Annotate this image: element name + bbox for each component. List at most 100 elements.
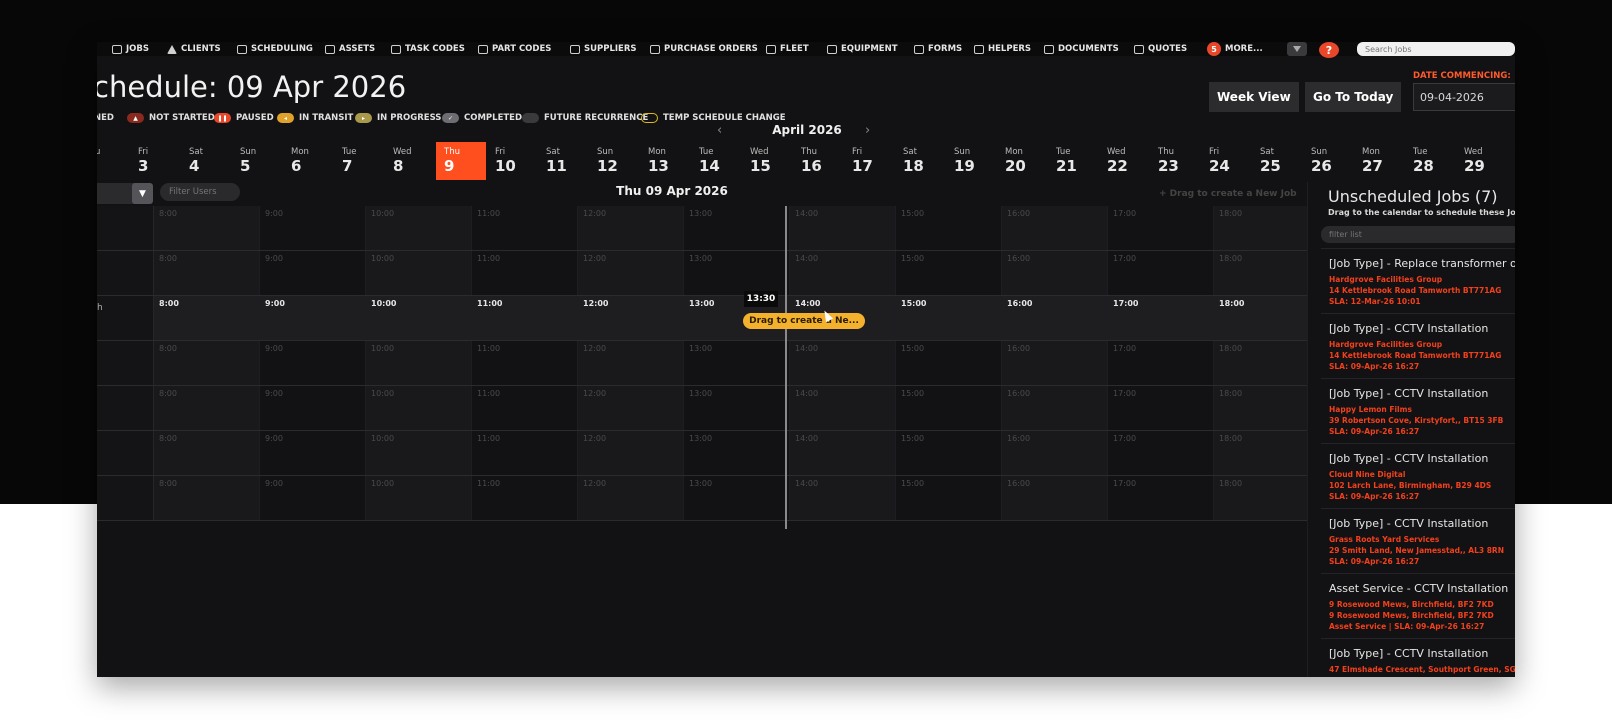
time-slot[interactable]: 17:00 — [1108, 296, 1214, 340]
time-slot[interactable]: 12:00 — [578, 296, 684, 340]
drag-create-job-pill[interactable]: Drag to create a Ne... — [743, 313, 865, 329]
time-slot[interactable]: 8:00 — [154, 341, 260, 385]
time-slot[interactable]: 16:00 — [1002, 251, 1108, 295]
next-month-button[interactable]: › — [865, 123, 870, 138]
time-slot[interactable]: 10:00 — [366, 251, 472, 295]
day-cell[interactable]: Sun 5 — [232, 142, 282, 180]
time-slot[interactable]: 17:00 — [1108, 386, 1214, 430]
time-slot[interactable]: 15:00 — [896, 341, 1002, 385]
time-slot[interactable]: 16:00 — [1002, 431, 1108, 475]
time-slot[interactable]: 13:00 — [684, 476, 790, 520]
nav-quotes[interactable]: QUOTES — [1134, 42, 1187, 56]
nav-fleet[interactable]: FLEET — [766, 42, 809, 56]
day-cell[interactable]: Sat 18 — [895, 142, 945, 180]
time-slot[interactable]: 10:00 — [366, 206, 472, 250]
day-cell[interactable]: Thu 23 — [1150, 142, 1200, 180]
day-cell[interactable]: Wed 15 — [742, 142, 792, 180]
unscheduled-job-card[interactable]: [Job Type] - Replace transformer on fl Ha… — [1321, 248, 1515, 312]
time-slot[interactable]: 14:00 — [790, 476, 896, 520]
day-cell[interactable]: Fri 17 — [844, 142, 894, 180]
time-slot[interactable]: 18:00 — [1214, 251, 1320, 295]
day-cell[interactable]: Sat 11 — [538, 142, 588, 180]
nav-jobs[interactable]: JOBS — [112, 42, 149, 56]
download-button[interactable] — [1287, 42, 1307, 56]
staff-name[interactable] — [97, 206, 154, 250]
time-slot[interactable]: 11:00 — [472, 476, 578, 520]
time-slot[interactable]: 9:00 — [260, 251, 366, 295]
time-slot[interactable]: 12:00 — [578, 341, 684, 385]
time-slot[interactable]: 8:00 — [154, 296, 260, 340]
time-slot[interactable]: 8:00 — [154, 206, 260, 250]
time-slot[interactable]: 13:00 — [684, 206, 790, 250]
day-cell[interactable]: Mon 27 — [1354, 142, 1404, 180]
time-slot[interactable]: 10:00 — [366, 431, 472, 475]
day-cell[interactable]: Sun 19 — [946, 142, 996, 180]
prev-month-button[interactable]: ‹ — [717, 123, 722, 138]
time-slot[interactable]: 8:00 — [154, 431, 260, 475]
nav-equipment[interactable]: EQUIPMENT — [827, 42, 898, 56]
time-slot[interactable]: 11:00 — [472, 251, 578, 295]
nav-more[interactable]: 5 MORE... — [1207, 42, 1263, 56]
week-view-button[interactable]: Week View — [1209, 82, 1299, 112]
chevron-down-icon[interactable]: ▼ — [132, 183, 153, 204]
time-slot[interactable]: 16:00 — [1002, 206, 1108, 250]
time-slot[interactable]: 8:00 — [154, 476, 260, 520]
time-slot[interactable]: 14:00 — [790, 386, 896, 430]
time-slot[interactable]: 15:00 — [896, 251, 1002, 295]
time-slot[interactable]: 8:00 — [154, 386, 260, 430]
time-slot[interactable]: 16:00 — [1002, 296, 1108, 340]
time-slot[interactable]: 12:00 — [578, 386, 684, 430]
staff-name[interactable] — [97, 476, 154, 520]
time-slot[interactable]: 15:00 — [896, 386, 1002, 430]
nav-suppliers[interactable]: SUPPLIERS — [570, 42, 637, 56]
nav-forms[interactable]: FORMS — [914, 42, 962, 56]
day-cell[interactable]: Sat 4 — [181, 142, 231, 180]
day-cell[interactable]: Thu 16 — [793, 142, 843, 180]
time-slot[interactable]: 9:00 — [260, 341, 366, 385]
nav-scheduling[interactable]: SCHEDULING — [237, 42, 313, 56]
time-slot[interactable]: 18:00 — [1214, 431, 1320, 475]
time-slot[interactable]: 18:00 — [1214, 206, 1320, 250]
day-cell-today[interactable]: Thu 9 — [436, 142, 486, 180]
time-slot[interactable]: 11:00 — [472, 431, 578, 475]
day-cell[interactable]: Fri 10 — [487, 142, 537, 180]
time-slot[interactable]: 15:00 — [896, 296, 1002, 340]
time-slot[interactable]: 17:00 — [1108, 206, 1214, 250]
nav-clients[interactable]: CLIENTS — [167, 42, 221, 56]
time-slot[interactable]: 11:00 — [472, 386, 578, 430]
time-slot[interactable]: 11:00 — [472, 206, 578, 250]
day-cell[interactable]: Tue 14 — [691, 142, 741, 180]
filter-users-input[interactable] — [160, 183, 240, 201]
time-slot[interactable]: 10:00 — [366, 386, 472, 430]
staff-name[interactable] — [97, 431, 154, 475]
time-slot[interactable]: 8:00 — [154, 251, 260, 295]
nav-purchase-orders[interactable]: PURCHASE ORDERS — [650, 42, 758, 56]
time-slot[interactable]: 14:00 — [790, 341, 896, 385]
search-jobs-input[interactable] — [1357, 42, 1515, 56]
day-cell[interactable]: Tue 7 — [334, 142, 384, 180]
time-slot[interactable]: 10:00 — [366, 296, 472, 340]
unscheduled-job-card[interactable]: [Job Type] - CCTV Installation Happy Lemo… — [1321, 378, 1515, 442]
staff-name[interactable] — [97, 341, 154, 385]
time-slot[interactable]: 16:00 — [1002, 386, 1108, 430]
time-slot[interactable]: 11:00 — [472, 296, 578, 340]
time-slot[interactable]: 9:00 — [260, 386, 366, 430]
filter-list-input[interactable] — [1321, 226, 1515, 243]
staff-name[interactable] — [97, 386, 154, 430]
staff-name[interactable]: h — [97, 296, 154, 340]
time-slot[interactable]: 15:00 — [896, 476, 1002, 520]
time-slot[interactable]: 14:00 — [790, 251, 896, 295]
time-slot[interactable]: 13:00 — [684, 251, 790, 295]
date-commencing-input[interactable] — [1413, 83, 1515, 111]
nav-task-codes[interactable]: TASK CODES — [391, 42, 465, 56]
time-slot[interactable]: 16:00 — [1002, 341, 1108, 385]
time-slot[interactable]: 17:00 — [1108, 341, 1214, 385]
day-cell[interactable]: Sun 26 — [1303, 142, 1353, 180]
time-slot[interactable]: 15:00 — [896, 206, 1002, 250]
time-slot[interactable]: 9:00 — [260, 431, 366, 475]
nav-assets[interactable]: ASSETS — [325, 42, 375, 56]
day-cell[interactable]: Fri 3 — [130, 142, 180, 180]
day-cell[interactable]: Wed 8 — [385, 142, 435, 180]
time-slot[interactable]: 16:00 — [1002, 476, 1108, 520]
go-to-today-button[interactable]: Go To Today — [1305, 82, 1402, 112]
